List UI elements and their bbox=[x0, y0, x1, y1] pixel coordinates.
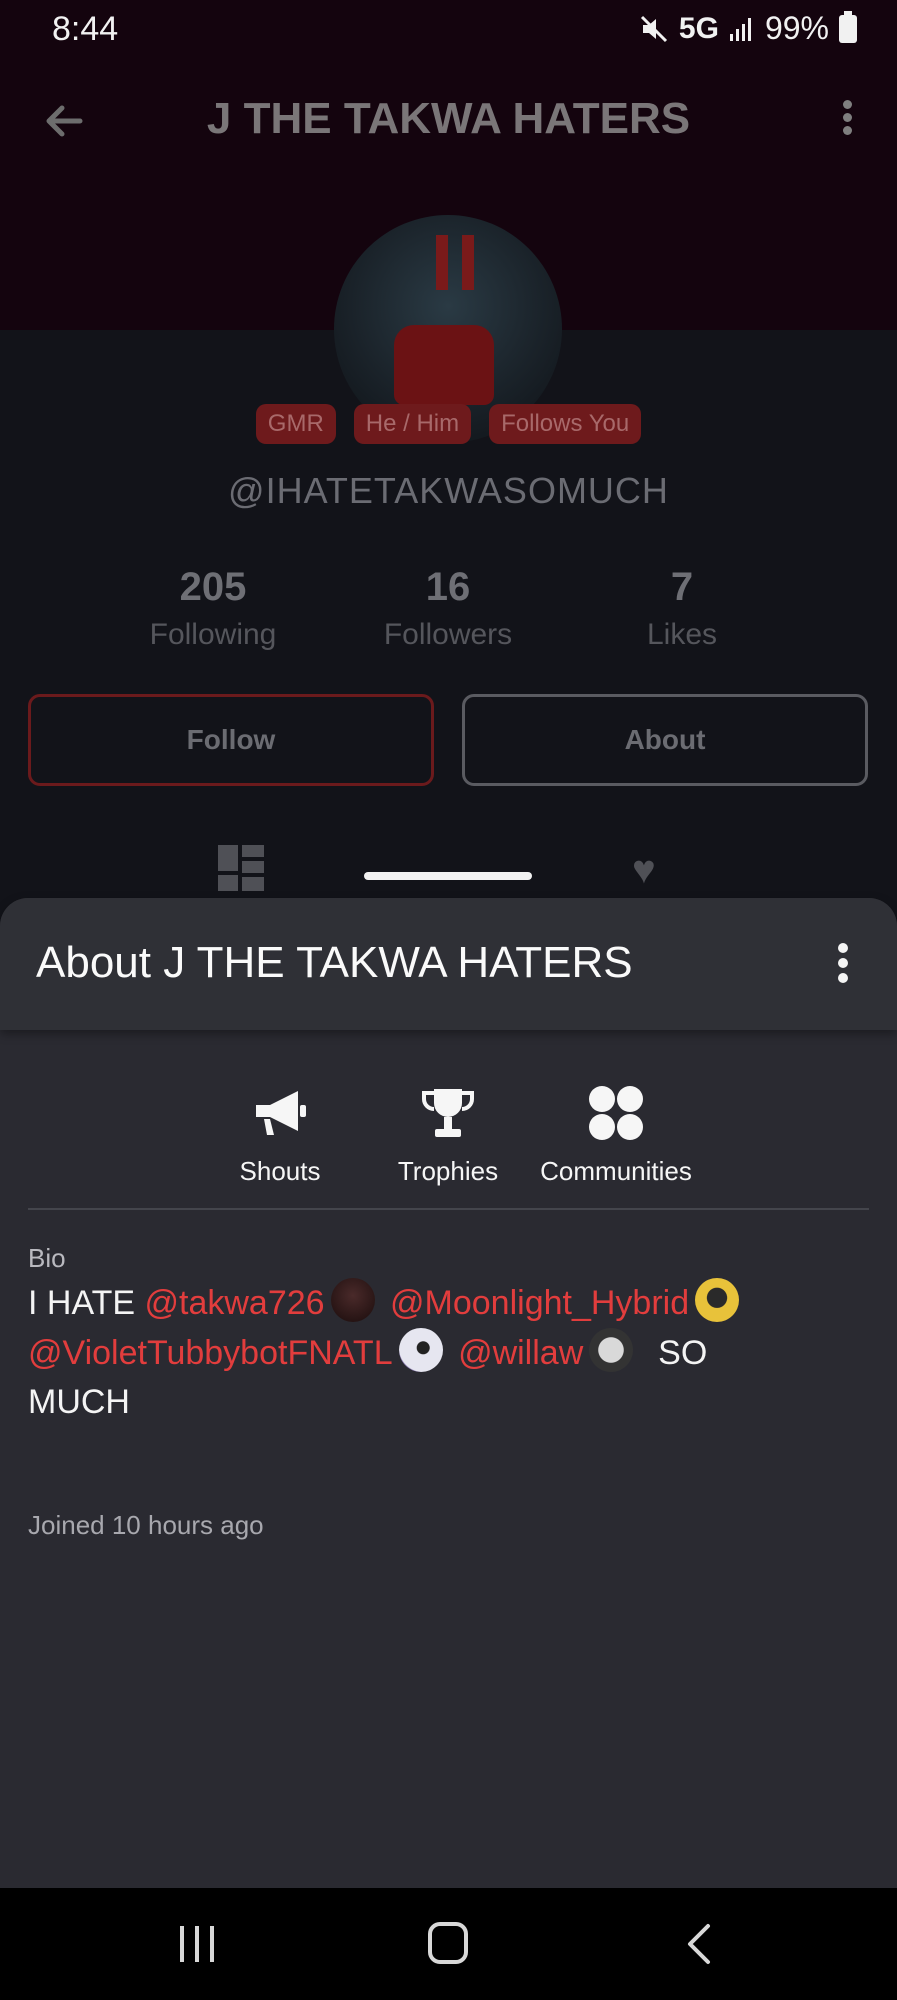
mention-avatar bbox=[398, 1328, 443, 1372]
posts-grid-icon[interactable] bbox=[218, 845, 264, 891]
about-tabs: Shouts Trophies Communities bbox=[0, 1083, 897, 1193]
app-bar: J THE TAKWA HATERS bbox=[0, 80, 897, 160]
tab-trophies[interactable]: Trophies bbox=[358, 1083, 538, 1187]
tab-shouts[interactable]: Shouts bbox=[190, 1083, 370, 1187]
status-bar: 8:44 5G 99% bbox=[0, 0, 897, 60]
profile-page-dimmed: 8:44 5G 99% J THE TAKWA HATERS GMR He / … bbox=[0, 0, 897, 1030]
stat-likes[interactable]: 7 Likes bbox=[582, 565, 782, 652]
stat-value: 7 bbox=[670, 565, 694, 609]
tab-label: Trophies bbox=[397, 1156, 499, 1186]
recent-apps-icon[interactable] bbox=[178, 1926, 218, 1962]
badge-gmr: GMR bbox=[255, 404, 336, 444]
mention-link[interactable]: @VioletTubbybotFNATL bbox=[28, 1334, 393, 1372]
bio-label: Bio bbox=[28, 1243, 66, 1273]
mention-link[interactable]: @willaw bbox=[458, 1334, 583, 1372]
profile-badges: GMR He / Him Follows You bbox=[0, 404, 897, 444]
mention-link[interactable]: @takwa726 bbox=[145, 1284, 325, 1322]
sheet-drag-handle[interactable] bbox=[364, 872, 532, 880]
nav-back-icon[interactable] bbox=[684, 1922, 714, 1966]
status-indicators: 5G 99% bbox=[639, 10, 857, 47]
bio-prefix: I HATE bbox=[28, 1284, 136, 1322]
mention-avatar bbox=[330, 1278, 375, 1322]
divider bbox=[28, 1208, 869, 1210]
about-button[interactable]: About bbox=[462, 694, 868, 786]
mention-avatar bbox=[695, 1278, 740, 1322]
status-time: 8:44 bbox=[52, 10, 119, 48]
profile-handle: @IHATETAKWASOMUCH bbox=[228, 470, 669, 511]
battery-icon bbox=[839, 10, 857, 43]
megaphone-icon bbox=[256, 1091, 306, 1135]
about-sheet: About J THE TAKWA HATERS Shouts Trophies bbox=[0, 898, 897, 1888]
stat-value: 205 bbox=[179, 565, 247, 609]
bio-suffix: SO bbox=[658, 1334, 708, 1372]
stat-label: Followers bbox=[383, 618, 513, 651]
likes-heart-icon[interactable]: ♥ bbox=[632, 848, 656, 893]
mute-icon bbox=[640, 15, 667, 42]
more-options-icon[interactable] bbox=[837, 96, 857, 146]
sheet-title: About J THE TAKWA HATERS bbox=[36, 938, 633, 987]
mention-link[interactable]: @Moonlight_Hybrid bbox=[390, 1284, 689, 1322]
network-label: 5G bbox=[678, 11, 719, 45]
stat-following[interactable]: 205 Following bbox=[113, 565, 313, 652]
tab-communities[interactable]: Communities bbox=[526, 1083, 706, 1187]
badge-pronouns: He / Him bbox=[353, 404, 472, 444]
signal-icon bbox=[729, 17, 751, 41]
sheet-header: About J THE TAKWA HATERS bbox=[0, 898, 897, 1030]
stat-value: 16 bbox=[425, 565, 471, 609]
page-title: J THE TAKWA HATERS bbox=[206, 94, 691, 143]
mention-avatar bbox=[589, 1328, 634, 1372]
stat-label: Following bbox=[149, 618, 277, 651]
stat-followers[interactable]: 16 Followers bbox=[348, 565, 548, 652]
sheet-more-options-icon[interactable] bbox=[833, 938, 853, 994]
system-nav-bar bbox=[0, 1888, 897, 2000]
tab-label: Communities bbox=[540, 1156, 692, 1186]
follow-button[interactable]: Follow bbox=[28, 694, 434, 786]
stat-label: Likes bbox=[646, 618, 718, 651]
battery-percent: 99% bbox=[764, 10, 829, 46]
communities-icon bbox=[589, 1086, 643, 1140]
bio-text: I HATE @takwa726 @Moonlight_Hybrid @Viol… bbox=[28, 1278, 868, 1427]
bio-suffix: MUCH bbox=[28, 1383, 130, 1421]
trophy-icon bbox=[422, 1089, 474, 1137]
joined-date: Joined 10 hours ago bbox=[28, 1510, 264, 1540]
badge-follows-you: Follows You bbox=[489, 404, 642, 444]
home-icon[interactable] bbox=[428, 1922, 468, 1964]
tab-label: Shouts bbox=[239, 1156, 321, 1186]
